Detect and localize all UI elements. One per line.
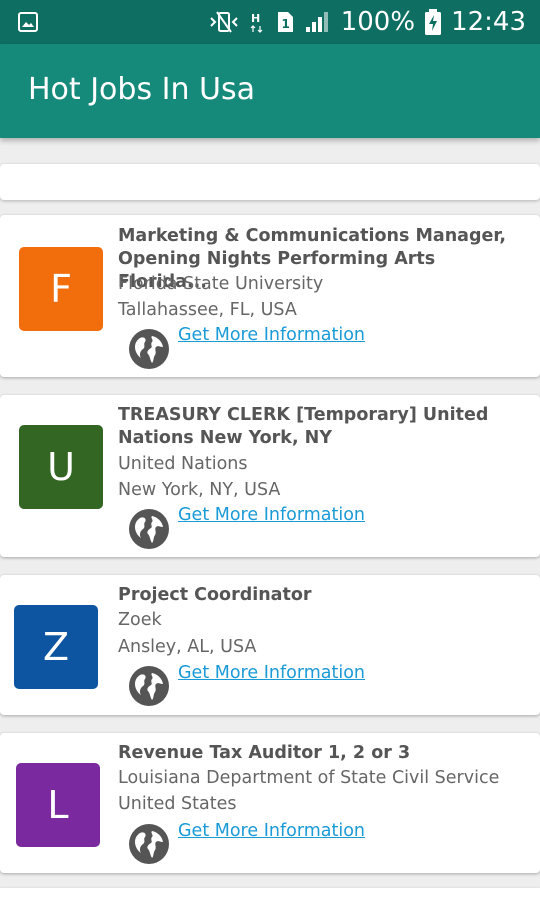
- job-location: Ansley, AL, USA: [118, 637, 257, 657]
- image-icon: [18, 12, 38, 32]
- partial-job-card[interactable]: [0, 888, 540, 908]
- get-more-info-link[interactable]: Get More Information: [178, 821, 365, 841]
- job-company: United Nations: [118, 454, 248, 474]
- status-icons: H 1 100% 12:43: [209, 6, 526, 38]
- status-bar: H 1 100% 12:43: [0, 0, 540, 44]
- job-avatar: L: [16, 763, 100, 847]
- globe-icon[interactable]: [128, 665, 170, 707]
- get-more-info-link[interactable]: Get More Information: [178, 505, 365, 525]
- job-title: Project Coordinator: [118, 585, 312, 605]
- signal-bars-icon: [305, 12, 328, 32]
- status-time: 12:43: [451, 7, 526, 37]
- svg-text:H: H: [251, 12, 260, 25]
- job-card[interactable]: U TREASURY CLERK [Temporary] United Nati…: [0, 395, 540, 557]
- h-signal-icon: H: [250, 12, 263, 33]
- app-bar: Hot Jobs In Usa: [0, 44, 540, 138]
- job-title: TREASURY CLERK [Temporary] United Nation…: [118, 405, 489, 448]
- svg-text:1: 1: [281, 17, 289, 31]
- empty-card: [0, 164, 540, 200]
- job-location: Tallahassee, FL, USA: [118, 300, 297, 320]
- job-location: New York, NY, USA: [118, 480, 281, 500]
- job-card[interactable]: Z Project Coordinator Zoek Ansley, AL, U…: [0, 575, 540, 715]
- battery-percent: 100%: [340, 7, 416, 37]
- get-more-info-link[interactable]: Get More Information: [178, 663, 365, 683]
- job-title: Revenue Tax Auditor 1, 2 or 3: [118, 743, 411, 763]
- job-card[interactable]: F Marketing & Communications Manager, Op…: [0, 215, 540, 377]
- globe-icon[interactable]: [128, 823, 170, 865]
- job-avatar: Z: [14, 605, 98, 689]
- battery-charging-icon: [425, 9, 442, 35]
- vibrate-icon: [210, 11, 238, 33]
- globe-icon[interactable]: [128, 328, 170, 370]
- get-more-info-link[interactable]: Get More Information: [178, 325, 365, 345]
- job-company: Zoek: [118, 610, 162, 630]
- sim1-icon: 1: [277, 12, 293, 32]
- globe-icon[interactable]: [128, 508, 170, 550]
- job-location: United States: [118, 794, 237, 814]
- job-avatar: U: [19, 425, 103, 509]
- job-card[interactable]: L Revenue Tax Auditor 1, 2 or 3 Louisian…: [0, 733, 540, 873]
- job-company: Louisiana Department of State Civil Serv…: [118, 768, 500, 788]
- job-company: Florida State University: [118, 274, 324, 294]
- job-avatar: F: [19, 247, 103, 331]
- app-title: Hot Jobs In Usa: [28, 72, 255, 107]
